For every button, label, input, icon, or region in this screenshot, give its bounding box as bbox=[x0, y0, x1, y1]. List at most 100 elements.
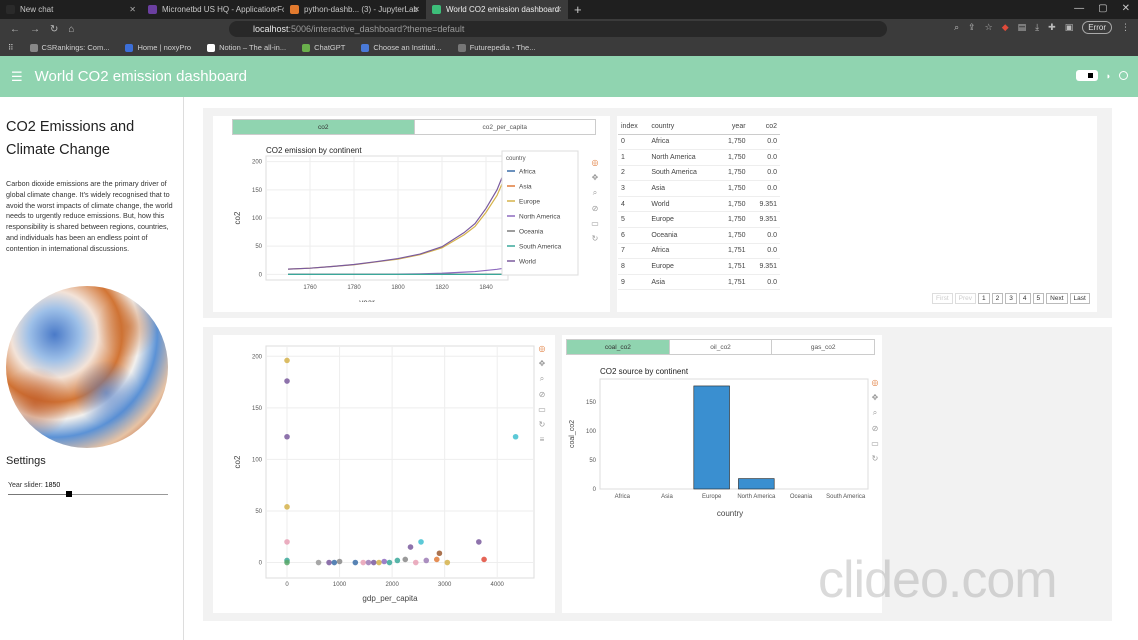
x-tick-label: 1780 bbox=[347, 285, 361, 291]
new-tab-button[interactable]: + bbox=[574, 2, 582, 17]
pan-tool-icon[interactable]: ✥ bbox=[539, 359, 546, 368]
scatter-point bbox=[352, 559, 359, 566]
save-tool-icon[interactable]: ▭ bbox=[538, 405, 546, 414]
wheel-zoom-icon[interactable]: ⊘ bbox=[592, 204, 599, 213]
puzzle-icon[interactable]: ✚ bbox=[1048, 22, 1056, 33]
close-window-icon[interactable]: ✕ bbox=[1122, 3, 1130, 14]
bar-x-axis-label: country bbox=[717, 509, 743, 518]
table-header-index[interactable]: index bbox=[618, 120, 649, 135]
minimize-icon[interactable]: — bbox=[1074, 3, 1084, 14]
bookmark-item[interactable]: Choose an Instituti... bbox=[361, 43, 442, 52]
back-icon[interactable]: ← bbox=[10, 24, 20, 35]
table-cell: 2 bbox=[618, 165, 649, 182]
year-slider-handle[interactable] bbox=[65, 491, 72, 497]
table-header-country[interactable]: country bbox=[648, 120, 718, 135]
menu-icon[interactable]: ⋮ bbox=[1121, 22, 1130, 33]
tab-coal_co2[interactable]: coal_co2 bbox=[567, 340, 670, 354]
browser-tab[interactable]: python-dashb... (3) - JupyterLab ✕ bbox=[284, 0, 426, 19]
save-tool-icon[interactable]: ▭ bbox=[591, 219, 599, 228]
bookmark-item[interactable]: Notion – The all-in... bbox=[207, 43, 286, 52]
table-row[interactable]: 6 Oceania 1,750 0.0 bbox=[618, 227, 780, 244]
sidebar-icon[interactable]: ▤ bbox=[1018, 22, 1027, 33]
scatter-point bbox=[418, 539, 424, 545]
share-icon[interactable]: ⇪ bbox=[968, 22, 976, 33]
pager-button[interactable]: 1 bbox=[978, 293, 990, 304]
scatter-point bbox=[370, 559, 377, 566]
home-icon[interactable]: ⌂ bbox=[68, 24, 74, 35]
table-row[interactable]: 7 Africa 1,751 0.0 bbox=[618, 243, 780, 260]
tab-close-icon[interactable]: ✕ bbox=[555, 5, 562, 14]
scatter-point bbox=[436, 550, 443, 557]
pager-button[interactable]: Last bbox=[1069, 293, 1090, 304]
bookmark-label: Notion – The all-in... bbox=[219, 43, 287, 52]
pan-tool-icon[interactable]: ✥ bbox=[592, 173, 599, 182]
zoom-tool-icon[interactable]: ⌕ bbox=[873, 408, 877, 418]
bokeh-logo-icon: ◎ bbox=[538, 344, 546, 353]
apps-icon[interactable]: ⠿ bbox=[8, 43, 14, 52]
legend-item: Europe bbox=[519, 199, 540, 206]
table-header-co2[interactable]: co2 bbox=[748, 120, 780, 135]
table-row[interactable]: 1 North America 1,750 0.0 bbox=[618, 149, 780, 166]
table-header-year[interactable]: year bbox=[717, 120, 749, 135]
bookmark-favicon-icon bbox=[302, 43, 311, 52]
table-cell: Asia bbox=[648, 274, 718, 291]
browser-tab[interactable]: New chat ✕ bbox=[0, 0, 142, 19]
url-field[interactable]: localhost:5006/interactive_dashboard?the… bbox=[229, 21, 887, 37]
table-row[interactable]: 3 Asia 1,750 0.0 bbox=[618, 180, 780, 197]
reset-tool-icon[interactable]: ↻ bbox=[592, 234, 599, 243]
split-icon[interactable]: ▣ bbox=[1065, 22, 1074, 33]
pager-button[interactable]: 4 bbox=[1018, 293, 1031, 304]
tab-oil_co2[interactable]: oil_co2 bbox=[670, 340, 773, 354]
table-row[interactable]: 4 World 1,750 9.351 bbox=[618, 196, 780, 213]
star-icon[interactable]: ☆ bbox=[985, 22, 993, 33]
browser-tab[interactable]: World CO2 emission dashboard ✕ bbox=[426, 0, 568, 19]
hover-tool-icon[interactable]: ≡ bbox=[540, 435, 545, 444]
forward-icon[interactable]: → bbox=[30, 24, 40, 35]
pager-button[interactable]: 2 bbox=[991, 293, 1004, 304]
pager-button[interactable]: Next bbox=[1046, 293, 1068, 304]
bookmark-item[interactable]: ChatGPT bbox=[302, 43, 345, 52]
table-cell: Africa bbox=[648, 134, 718, 151]
reload-icon[interactable]: ↻ bbox=[50, 24, 58, 35]
tab-co2[interactable]: co2 bbox=[233, 120, 415, 134]
browser-tab[interactable]: Micronetbd US HQ - Application Fo ✕ bbox=[142, 0, 284, 19]
maximize-icon[interactable]: ▢ bbox=[1098, 3, 1107, 14]
error-button[interactable]: Error bbox=[1082, 21, 1112, 34]
table-row[interactable]: 8 Europe 1,751 9.351 bbox=[618, 258, 780, 275]
table-row[interactable]: 9 Asia 1,751 0.0 bbox=[618, 274, 780, 291]
table-row[interactable]: 5 Europe 1,750 9.351 bbox=[618, 211, 780, 229]
pager-button[interactable]: First bbox=[932, 293, 953, 304]
zoom-icon[interactable]: ⌕ bbox=[954, 22, 959, 33]
download-icon[interactable]: ⤓ bbox=[1035, 22, 1039, 33]
zoom-tool-icon[interactable]: ⌕ bbox=[593, 188, 597, 198]
bookmark-item[interactable]: Futurepedia - The... bbox=[457, 43, 535, 52]
table-row[interactable]: 2 South America 1,750 0.0 bbox=[618, 165, 780, 182]
y-tick-label: 0 bbox=[259, 272, 263, 278]
pager-button[interactable]: 3 bbox=[1005, 293, 1017, 304]
wheel-zoom-icon[interactable]: ⊘ bbox=[539, 390, 546, 399]
bookmark-item[interactable]: CSRankings: Com... bbox=[29, 43, 109, 52]
year-slider[interactable] bbox=[8, 491, 168, 497]
bookmark-item[interactable]: Home | noxyPro bbox=[125, 43, 191, 52]
bookmark-label: Choose an Instituti... bbox=[373, 43, 442, 52]
reset-tool-icon[interactable]: ↻ bbox=[539, 420, 546, 429]
tab-close-icon[interactable]: ✕ bbox=[129, 5, 136, 14]
y-tick-label: 0 bbox=[259, 561, 263, 567]
pan-tool-icon[interactable]: ✥ bbox=[872, 393, 879, 402]
hamburger-icon[interactable]: ☰ bbox=[11, 69, 23, 85]
reset-tool-icon[interactable]: ↻ bbox=[872, 454, 879, 463]
wheel-zoom-icon[interactable]: ⊘ bbox=[872, 424, 879, 433]
table-row[interactable]: 0 Africa 1,750 0.0 bbox=[618, 134, 780, 151]
scatter-point bbox=[444, 559, 451, 566]
extension-icon[interactable]: ◆ bbox=[1002, 22, 1009, 33]
theme-toggle[interactable] bbox=[1075, 70, 1098, 81]
tab-gas_co2[interactable]: gas_co2 bbox=[772, 340, 874, 354]
pager-button[interactable]: 5 bbox=[1032, 293, 1045, 304]
tab-close-icon[interactable]: ✕ bbox=[271, 5, 278, 14]
save-tool-icon[interactable]: ▭ bbox=[871, 439, 879, 448]
tab-co2_per_capita[interactable]: co2_per_capita bbox=[415, 120, 596, 134]
tab-close-icon[interactable]: ✕ bbox=[413, 5, 420, 14]
table-cell: 1,750 bbox=[717, 211, 749, 229]
pager-button[interactable]: Prev bbox=[954, 293, 977, 304]
zoom-tool-icon[interactable]: ⌕ bbox=[540, 374, 544, 384]
